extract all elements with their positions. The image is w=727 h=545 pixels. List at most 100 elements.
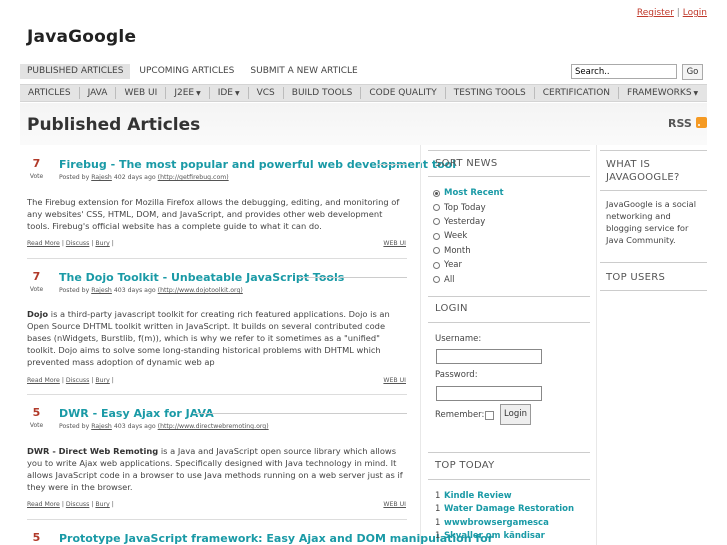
source-url-link[interactable]: (http://www.directwebremoting.org): [158, 423, 269, 430]
vote-count: 7: [32, 157, 41, 170]
vote-box[interactable]: 5 Vote: [27, 406, 46, 430]
author-link[interactable]: Rajesh: [91, 423, 112, 430]
source-url-link[interactable]: (http://www.dojotoolkit.org): [158, 287, 243, 294]
section-rule: [428, 150, 590, 151]
article-body: DWR - Direct Web Remoting is a Java and …: [27, 445, 407, 493]
subnav-upcoming-articles[interactable]: UPCOMING ARTICLES: [132, 64, 241, 79]
category-articles[interactable]: ARTICLES: [20, 87, 80, 99]
radio-icon[interactable]: [433, 276, 440, 284]
discuss-link[interactable]: Discuss: [66, 240, 89, 247]
sub-navigation: PUBLISHED ARTICLES UPCOMING ARTICLES SUB…: [20, 64, 367, 79]
vote-count: 5: [32, 406, 41, 419]
sort-option-label: Week: [444, 231, 468, 242]
category-label: IDE: [217, 88, 233, 98]
rank: 1: [435, 504, 441, 515]
bury-link[interactable]: Bury: [95, 501, 109, 508]
vote-count: 7: [32, 270, 41, 283]
read-more-link[interactable]: Read More: [27, 240, 60, 247]
register-link[interactable]: Register: [637, 8, 674, 18]
source-url-link[interactable]: (http://getfirebug.com): [158, 174, 229, 181]
remember-label: Remember:: [435, 410, 485, 420]
article-divider: [27, 394, 407, 395]
password-field[interactable]: [436, 386, 542, 401]
dropdown-arrow-icon: ▼: [693, 90, 699, 97]
article-category-link[interactable]: WEB UI: [383, 240, 406, 247]
sort-option-week[interactable]: Week: [433, 229, 504, 243]
bury-link[interactable]: Bury: [95, 377, 109, 384]
vote-label[interactable]: Vote: [27, 422, 46, 429]
category-build-tools[interactable]: BUILD TOOLS: [284, 87, 362, 99]
username-field[interactable]: [436, 349, 542, 364]
radio-icon[interactable]: [433, 247, 440, 255]
category-code-quality[interactable]: CODE QUALITY: [361, 87, 446, 99]
site-logo[interactable]: JavaGoogle: [27, 27, 136, 47]
subnav-submit-article[interactable]: SUBMIT A NEW ARTICLE: [243, 64, 364, 79]
top-today-link[interactable]: Kindle Review: [444, 491, 512, 501]
column-divider: [596, 145, 597, 545]
meta-age: 402 days ago: [113, 174, 156, 181]
login-link[interactable]: Login: [683, 8, 707, 18]
author-link[interactable]: Rajesh: [91, 287, 112, 294]
radio-icon[interactable]: [433, 261, 440, 269]
page-title: Published Articles: [27, 115, 201, 135]
category-ide[interactable]: IDE ▼: [210, 87, 249, 99]
vote-box[interactable]: 5: [27, 532, 46, 544]
radio-icon[interactable]: [433, 204, 440, 212]
article-item: 5 Vote DWR - Easy Ajax for JAVA Posted b…: [20, 407, 412, 515]
about-heading: WHAT IS JAVAGOOGLE?: [606, 159, 680, 183]
author-link[interactable]: Rajesh: [91, 174, 112, 181]
top-today-link[interactable]: Skvaller om kändisar: [444, 531, 545, 541]
vote-box[interactable]: 7 Vote: [27, 270, 46, 294]
read-more-link[interactable]: Read More: [27, 501, 60, 508]
subnav-published-articles[interactable]: PUBLISHED ARTICLES: [20, 64, 131, 79]
search-go-button[interactable]: Go: [682, 64, 703, 80]
section-rule: [428, 296, 590, 297]
top-today-link[interactable]: wwwbrowsergamesca: [444, 518, 549, 528]
auth-links: Register | Login: [637, 8, 707, 18]
section-rule: [600, 290, 707, 291]
category-certification[interactable]: CERTIFICATION: [535, 87, 620, 99]
radio-icon[interactable]: [433, 232, 440, 240]
radio-icon[interactable]: [433, 218, 440, 226]
sort-option-yesterday[interactable]: Yesterday: [433, 215, 504, 229]
radio-selected-icon[interactable]: [433, 189, 440, 197]
remember-checkbox[interactable]: [485, 411, 494, 420]
sort-option-most-recent[interactable]: Most Recent: [433, 186, 504, 200]
rss-icon[interactable]: [696, 117, 707, 128]
category-label: FRAMEWORKS: [627, 88, 692, 98]
rss-link[interactable]: RSS: [668, 117, 692, 130]
top-users-heading: TOP USERS: [606, 272, 666, 283]
category-frameworks[interactable]: FRAMEWORKS ▼: [619, 87, 706, 99]
article-title[interactable]: DWR - Easy Ajax for JAVA: [59, 407, 214, 420]
list-item: 1 wwwbrowsergamesca: [435, 516, 574, 530]
category-web-ui[interactable]: WEB UI: [116, 87, 167, 99]
read-more-link[interactable]: Read More: [27, 377, 60, 384]
article-title[interactable]: Prototype JavaScript framework: Easy Aja…: [59, 532, 493, 545]
about-text: JavaGoogle is a social networking and bl…: [606, 199, 697, 245]
search-input[interactable]: [571, 64, 677, 79]
rank: 1: [435, 531, 441, 542]
sort-option-top-today[interactable]: Top Today: [433, 200, 504, 214]
top-today-link[interactable]: Water Damage Restoration: [444, 504, 574, 514]
discuss-link[interactable]: Discuss: [66, 377, 89, 384]
category-testing-tools[interactable]: TESTING TOOLS: [446, 87, 535, 99]
sort-option-year[interactable]: Year: [433, 258, 504, 272]
sort-option-all[interactable]: All: [433, 272, 504, 286]
article-category-link[interactable]: WEB UI: [383, 377, 406, 384]
category-vcs[interactable]: VCS: [249, 87, 284, 99]
category-java[interactable]: JAVA: [80, 87, 117, 99]
category-label: CODE QUALITY: [369, 88, 437, 98]
sort-option-month[interactable]: Month: [433, 244, 504, 258]
category-label: BUILD TOOLS: [291, 88, 353, 98]
bury-link[interactable]: Bury: [95, 240, 109, 247]
article-category-link[interactable]: WEB UI: [383, 501, 406, 508]
category-j2ee[interactable]: J2EE ▼: [166, 87, 210, 99]
vote-box[interactable]: 7 Vote: [27, 157, 46, 181]
discuss-link[interactable]: Discuss: [66, 501, 89, 508]
login-button[interactable]: Login: [500, 404, 531, 425]
list-item: 1 Kindle Review: [435, 489, 574, 503]
vote-label[interactable]: Vote: [27, 286, 46, 293]
article-item: 7 Vote The Dojo Toolkit - Unbeatable Jav…: [20, 271, 412, 391]
article-item: 5 Prototype JavaScript framework: Easy A…: [20, 532, 493, 545]
vote-label[interactable]: Vote: [27, 173, 46, 180]
